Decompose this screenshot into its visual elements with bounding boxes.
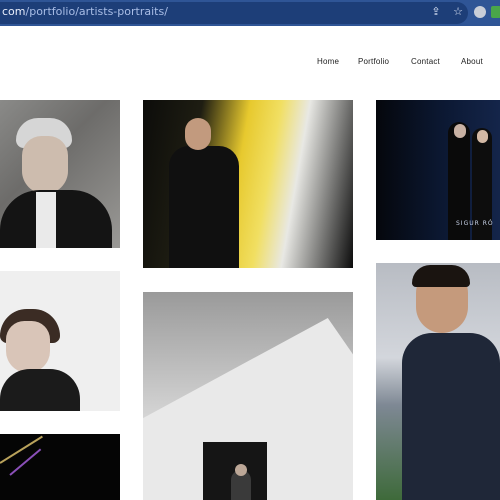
gallery-photo-portrait-man-grey-hair[interactable] <box>0 100 120 248</box>
star-icon[interactable]: ☆ <box>452 6 464 18</box>
browser-toolbar: com/portfolio/artists-portraits/ ⇪ ☆ <box>0 0 500 26</box>
gallery-photo-circus-tent[interactable] <box>143 292 353 500</box>
share-icon[interactable]: ⇪ <box>430 6 442 18</box>
photo-detail <box>235 464 247 476</box>
gallery-photo-portrait-man-yellow-light[interactable] <box>143 100 353 268</box>
gallery-photo-portrait-man-hoodie[interactable] <box>376 263 500 500</box>
photo-detail <box>477 130 488 143</box>
gallery-photo-band-portrait[interactable]: SIGUR RÓ <box>376 100 500 240</box>
nav-about[interactable]: About <box>461 57 483 66</box>
photo-detail <box>36 192 56 248</box>
photo-detail <box>169 146 239 268</box>
url-text[interactable]: com/portfolio/artists-portraits/ <box>2 5 168 18</box>
gallery-photo-abstract-lines[interactable] <box>0 434 120 500</box>
photo-detail <box>454 124 466 138</box>
extension-icon-green[interactable] <box>491 6 500 18</box>
photo-detail <box>402 333 500 500</box>
nav-portfolio[interactable]: Portfolio <box>358 57 389 66</box>
nav-home[interactable]: Home <box>317 57 339 66</box>
photo-caption: SIGUR RÓ <box>456 220 494 227</box>
photo-detail <box>0 190 112 248</box>
nav-contact[interactable]: Contact <box>411 57 440 66</box>
url-path: /portfolio/artists-portraits/ <box>25 5 168 18</box>
photo-detail <box>185 118 211 150</box>
url-domain: com <box>2 5 26 18</box>
extension-icon[interactable] <box>474 6 486 18</box>
address-bar[interactable]: com/portfolio/artists-portraits/ <box>0 2 468 24</box>
gallery-photo-portrait-woman[interactable] <box>0 271 120 411</box>
photo-detail <box>22 136 68 194</box>
photo-detail <box>6 321 50 373</box>
photo-detail <box>0 369 80 411</box>
photo-detail <box>412 265 470 287</box>
site-nav: Home Portfolio Contact About <box>0 57 500 71</box>
